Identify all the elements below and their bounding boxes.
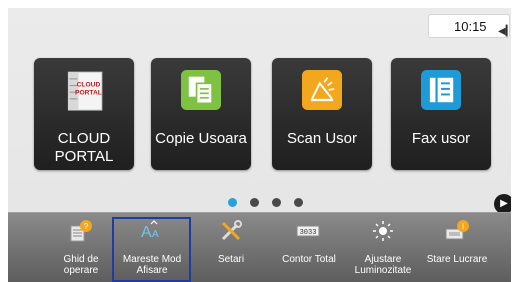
shortcut-label: Contor Total: [282, 254, 336, 265]
svg-text:i: i: [462, 222, 464, 231]
svg-text:?: ?: [84, 222, 89, 231]
counter-icon: 3033: [296, 225, 320, 237]
guide-book-icon: ?: [70, 220, 92, 242]
tile-label: Copie Usoara: [155, 130, 247, 147]
clock-time: 10:15: [454, 19, 487, 34]
play-arrow-icon: ▶: [500, 198, 508, 209]
tile-scan-usor[interactable]: Scan Usor: [272, 58, 372, 170]
tile-copie-usoara[interactable]: Copie Usoara: [151, 58, 251, 170]
shortcut-ghid-de-operare[interactable]: ? Ghid de operare: [45, 213, 117, 282]
shortcut-setari[interactable]: Setari: [195, 213, 267, 282]
job-status-icon: i: [445, 220, 469, 240]
tile-label: Fax usor: [411, 130, 471, 147]
cloud-portal-icon: CLOUD PORTAL: [67, 71, 103, 111]
brightness-icon: [373, 221, 393, 241]
settings-tools-icon: [221, 220, 242, 241]
svg-text:3033: 3033: [300, 229, 317, 237]
fax-icon: [421, 70, 461, 110]
shortcut-bar: ? Ghid de operare A A Mareste Mod Afisar…: [8, 212, 511, 282]
selected-shortcut-highlight: [112, 217, 191, 282]
shortcut-label: Setari: [217, 254, 245, 265]
page-indicator: [228, 198, 318, 210]
collapse-arrow-icon[interactable]: ◀▎: [498, 26, 516, 44]
tile-cloud-portal[interactable]: CLOUD PORTAL CLOUD PORTAL: [34, 58, 134, 170]
tile-fax-usor[interactable]: Fax usor: [391, 58, 491, 170]
shortcut-ajustare-luminozitate[interactable]: Ajustare Luminozitate: [347, 213, 419, 282]
scan-icon: [302, 70, 342, 110]
page-dot[interactable]: [272, 198, 281, 207]
cloud-portal-logo-text-1: CLOUD: [77, 82, 101, 89]
shortcut-label: Ajustare Luminozitate: [354, 254, 412, 276]
page-dot[interactable]: [294, 198, 303, 207]
shortcut-label: Ghid de operare: [63, 254, 99, 276]
copy-icon: [181, 70, 221, 110]
shortcut-stare-lucrare[interactable]: i Stare Lucrare: [421, 213, 493, 282]
copier-home-screen: 10:15 CLOUD PORTAL CLOUD PORTAL Copie Us…: [0, 0, 518, 282]
tile-label: Scan Usor: [286, 130, 358, 147]
next-page-button[interactable]: ▶: [494, 194, 511, 214]
tile-label: CLOUD PORTAL: [54, 130, 114, 165]
page-dot[interactable]: [250, 198, 259, 207]
shortcut-contor-total[interactable]: 3033 Contor Total: [273, 213, 345, 282]
shortcut-label: Stare Lucrare: [426, 254, 488, 265]
cloud-portal-logo-text-2: PORTAL: [75, 89, 102, 96]
page-dot-active[interactable]: [228, 198, 237, 207]
